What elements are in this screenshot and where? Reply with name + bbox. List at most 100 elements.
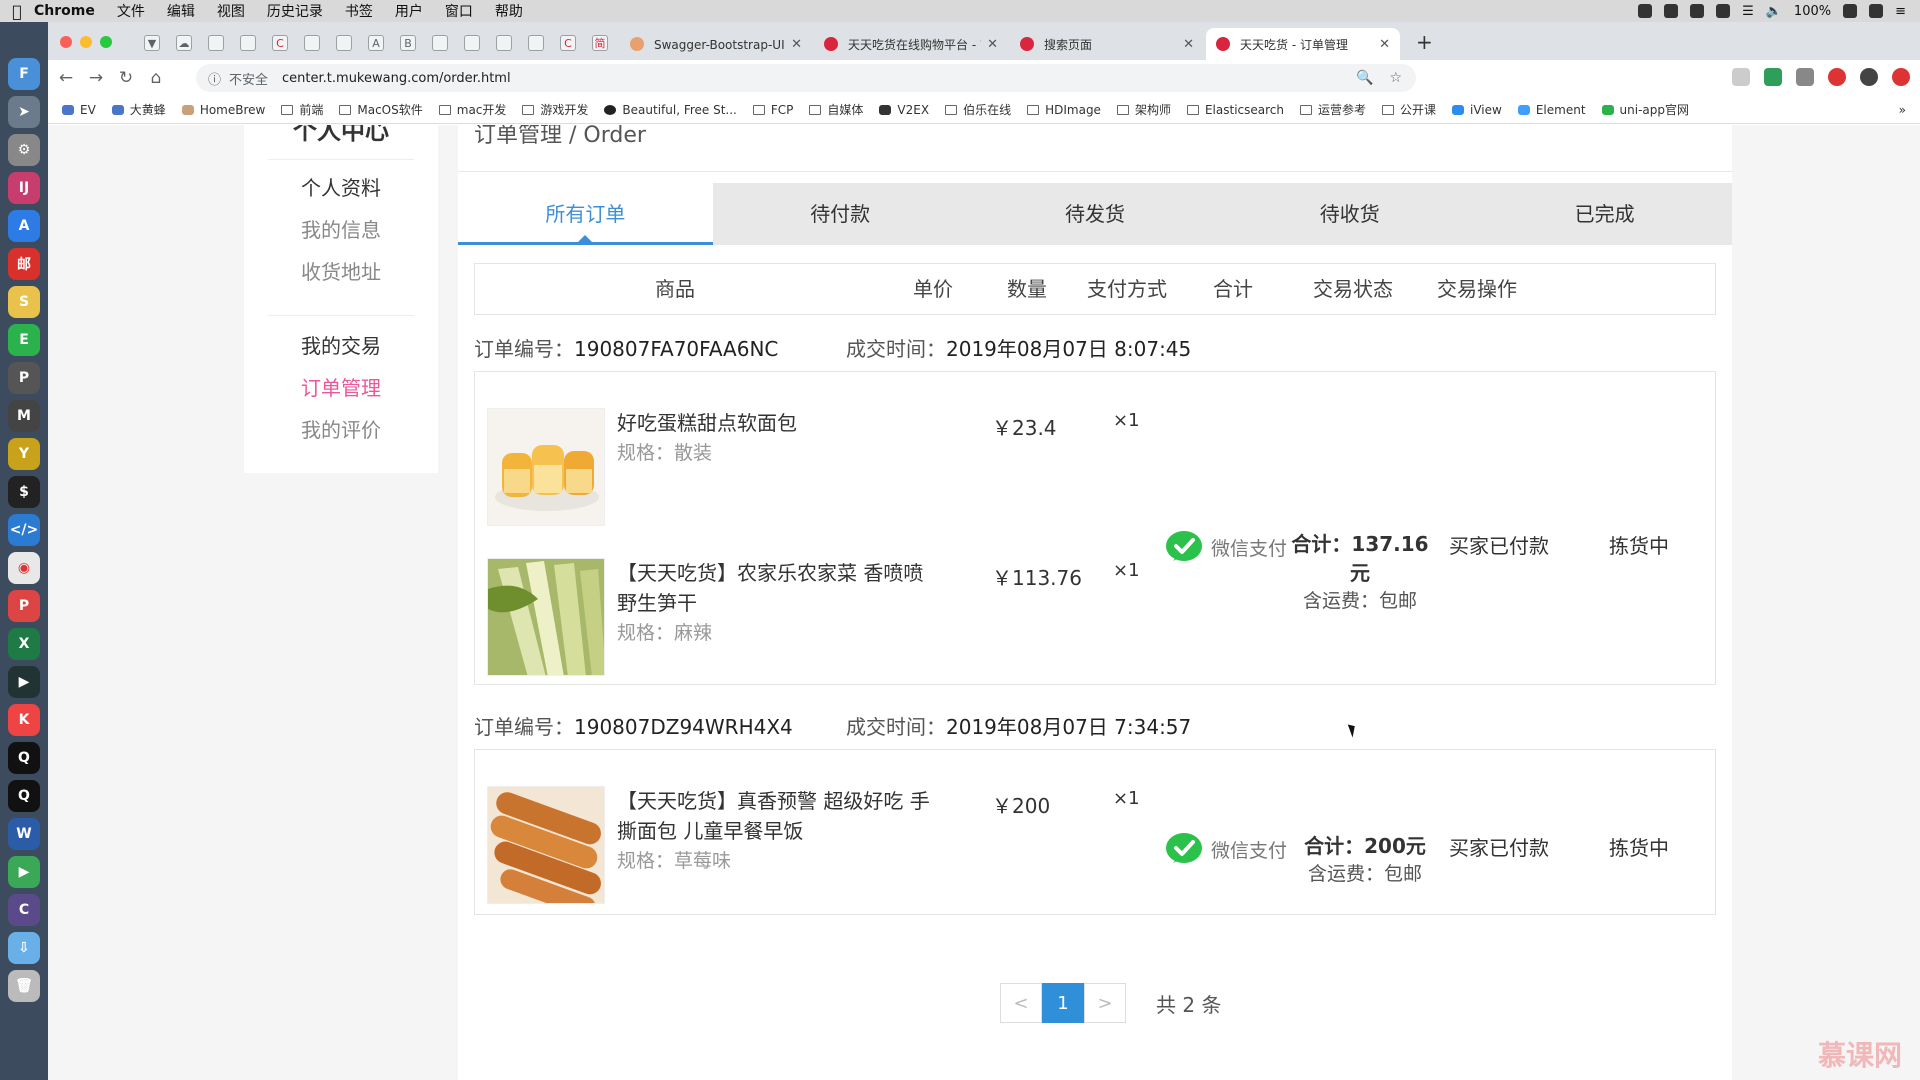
trade-operation[interactable]: 拣货中 <box>1609 530 1669 559</box>
back-icon[interactable]: ← <box>54 66 78 90</box>
bell-icon[interactable] <box>1638 4 1653 18</box>
battery-icon[interactable] <box>1843 4 1858 18</box>
home-icon[interactable]: ⌂ <box>144 66 168 90</box>
forward-icon[interactable]: → <box>84 66 108 90</box>
bookmark-folder[interactable]: Elasticsearch <box>1186 103 1284 117</box>
pinned-tab-icon[interactable] <box>336 35 352 51</box>
product-thumbnail[interactable] <box>487 558 605 676</box>
prev-page-button[interactable]: < <box>1000 983 1042 1023</box>
menu-history[interactable]: 历史记录 <box>267 1 323 21</box>
pinned-tab-icon[interactable]: C <box>560 35 576 51</box>
bookmark-item[interactable]: V2EX <box>879 103 929 117</box>
pinned-tab-icon[interactable] <box>496 35 512 51</box>
sidebar-item-my-info[interactable]: 我的信息 <box>244 209 438 251</box>
bookmark-item[interactable]: 运营参考 <box>1300 101 1366 118</box>
notification-icon[interactable] <box>1664 4 1679 18</box>
bookmark-folder[interactable]: 前端 <box>281 101 323 118</box>
media-player-icon[interactable]: ▶ <box>8 856 40 888</box>
close-tab-icon[interactable]: ✕ <box>1183 37 1194 52</box>
bookmark-folder[interactable]: 自媒体 <box>809 101 863 118</box>
bookmark-folder[interactable]: 游戏开发 <box>522 101 588 118</box>
bookmarks-overflow-icon[interactable]: » <box>1899 103 1920 117</box>
color-picker-icon[interactable]: C <box>8 894 40 926</box>
bookmark-folder[interactable]: 架构师 <box>1116 101 1171 118</box>
bookmark-item[interactable]: iView <box>1452 103 1502 117</box>
bookmark-item[interactable]: Beautiful, Free St... <box>604 103 737 117</box>
excel-icon[interactable]: X <box>8 628 40 660</box>
menu-help[interactable]: 帮助 <box>495 1 523 21</box>
activity-monitor-icon[interactable]: M <box>8 400 40 432</box>
sidebar-item-my-reviews[interactable]: 我的评价 <box>244 409 438 451</box>
bookmark-item[interactable]: HomeBrew <box>181 103 265 117</box>
reload-icon[interactable]: ↻ <box>114 66 138 90</box>
pinned-tab-icon[interactable]: B <box>400 35 416 51</box>
zoom-icon[interactable]: 🔍 <box>1356 70 1373 86</box>
qq-secondary-icon[interactable]: Q <box>8 780 40 812</box>
intellij-icon[interactable]: IJ <box>8 172 40 204</box>
downloads-folder-icon[interactable]: ⇩ <box>8 932 40 964</box>
pinned-tab-icon[interactable]: 简 <box>592 35 608 51</box>
finder-icon[interactable]: F <box>8 58 40 90</box>
profile-avatar-icon[interactable] <box>1860 68 1878 86</box>
menu-edit[interactable]: 编辑 <box>167 1 195 21</box>
product-name[interactable]: 【天天吃货】真香预警 超级好吃 手撕面包 儿童早餐早饭 规格：草莓味 <box>617 786 937 876</box>
minimize-window-icon[interactable] <box>80 36 92 48</box>
extension-puzzle-icon[interactable] <box>1796 68 1814 86</box>
next-page-button[interactable]: > <box>1084 983 1126 1023</box>
launchpad-icon[interactable]: ➤ <box>8 96 40 128</box>
stickies-icon[interactable]: S <box>8 286 40 318</box>
pinned-tab-icon[interactable]: C <box>272 35 288 51</box>
pinned-tab-icon[interactable] <box>432 35 448 51</box>
wifi-icon[interactable]: ☰ <box>1742 4 1754 19</box>
bookmark-item[interactable]: EV <box>62 103 96 117</box>
pinned-tab-icon[interactable] <box>304 35 320 51</box>
volume-icon[interactable]: 🔈 <box>1766 4 1782 19</box>
tab-all-orders[interactable]: 所有订单 <box>458 183 713 245</box>
keynote-icon[interactable]: K <box>8 704 40 736</box>
bookmark-item[interactable]: uni-app官网 <box>1601 101 1689 118</box>
menu-app-name[interactable]: Chrome <box>34 3 95 19</box>
bookmark-item[interactable]: 大黄蜂 <box>111 101 166 118</box>
app-store-icon[interactable]: A <box>8 210 40 242</box>
tab-search[interactable]: 搜索页面 ✕ <box>1010 28 1204 60</box>
extension-adblock-icon[interactable] <box>1828 68 1846 86</box>
trade-operation[interactable]: 拣货中 <box>1609 832 1669 861</box>
new-tab-button[interactable]: + <box>1416 30 1433 54</box>
product-title[interactable]: 好吃蛋糕甜点软面包 <box>617 408 937 438</box>
powerpoint-icon[interactable]: P <box>8 590 40 622</box>
bookmark-folder[interactable]: mac开发 <box>438 101 506 118</box>
menu-bookmarks[interactable]: 书签 <box>345 1 373 21</box>
page-number-button[interactable]: 1 <box>1042 983 1084 1023</box>
pinned-tab-icon[interactable] <box>464 35 480 51</box>
close-tab-icon[interactable]: ✕ <box>791 37 802 52</box>
product-title[interactable]: 【天天吃货】真香预警 超级好吃 手撕面包 儿童早餐早饭 <box>617 786 937 846</box>
pinned-tab-icon[interactable]: A <box>368 35 384 51</box>
menu-view[interactable]: 视图 <box>217 1 245 21</box>
sidebar-item-address[interactable]: 收货地址 <box>244 251 438 293</box>
menu-window[interactable]: 窗口 <box>445 1 473 21</box>
pinned-tab-icon[interactable]: ▼ <box>144 35 160 51</box>
word-icon[interactable]: W <box>8 818 40 850</box>
product-thumbnail[interactable] <box>487 786 605 904</box>
tab-swagger[interactable]: Swagger-Bootstrap-UI-前后端... ✕ <box>620 28 812 60</box>
photo-app-icon[interactable]: P <box>8 362 40 394</box>
product-thumbnail[interactable] <box>487 408 605 526</box>
input-source-icon[interactable] <box>1869 4 1884 18</box>
apple-menu-icon[interactable]:  <box>0 2 34 21</box>
terminal-icon[interactable]: $ <box>8 476 40 508</box>
system-preferences-icon[interactable]: ⚙ <box>8 134 40 166</box>
quicktime-icon[interactable]: ▶ <box>8 666 40 698</box>
menu-file[interactable]: 文件 <box>117 1 145 21</box>
bookmark-star-icon[interactable]: ☆ <box>1389 70 1402 86</box>
pinned-tab-icon[interactable] <box>240 35 256 51</box>
close-tab-icon[interactable]: ✕ <box>987 37 998 52</box>
bookmark-item[interactable]: Element <box>1517 103 1586 117</box>
mail-app-icon[interactable]: 邮 <box>8 248 40 280</box>
calendar-icon[interactable] <box>1690 4 1705 18</box>
product-title[interactable]: 【天天吃货】农家乐农家菜 香喷喷野生笋干 <box>617 558 937 618</box>
control-center-icon[interactable]: ≡ <box>1895 4 1906 19</box>
address-bar[interactable]: ⓘ 不安全 center.t.mukewang.com/order.html 🔍… <box>196 64 1416 92</box>
vscode-icon[interactable]: </> <box>8 514 40 546</box>
extension-shield-icon[interactable] <box>1732 68 1750 86</box>
tab-pending-shipment[interactable]: 待发货 <box>968 183 1223 245</box>
